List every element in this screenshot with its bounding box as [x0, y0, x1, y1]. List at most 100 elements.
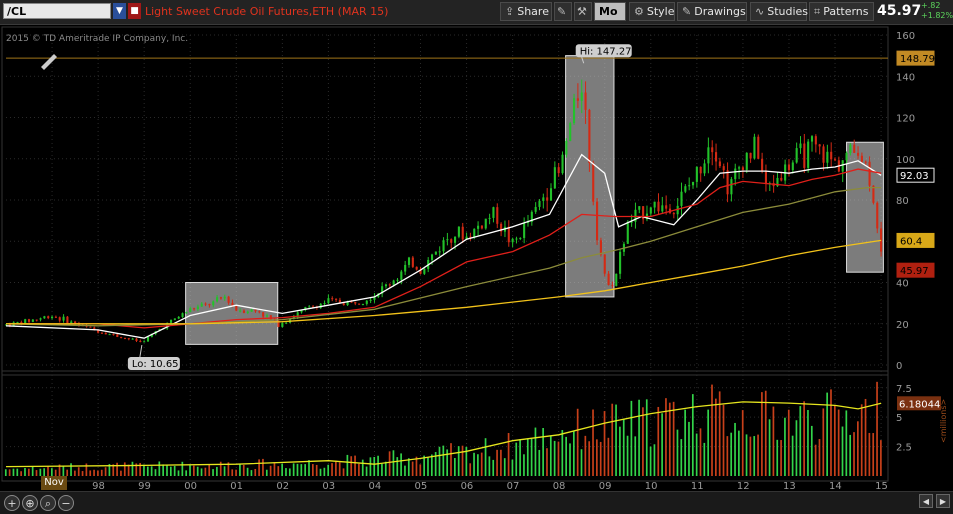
volume-bar [461, 445, 464, 476]
pencil-icon: ✎ [557, 5, 567, 18]
drawing-tool-button[interactable]: ✎ [554, 2, 572, 21]
volume-bar [538, 449, 541, 476]
pan-button[interactable]: ⊕ [22, 495, 38, 511]
volume-bar [833, 405, 836, 476]
candle-body [807, 141, 810, 168]
candle-body [212, 301, 215, 306]
candle-body [434, 251, 437, 255]
volume-bar [603, 411, 606, 476]
y-tick-label: 100 [896, 155, 915, 166]
candle-body [208, 304, 211, 306]
volume-bar [296, 463, 299, 476]
candle-body [265, 315, 269, 317]
candle-body [227, 296, 230, 303]
candle-body [665, 205, 668, 209]
volume-bar [753, 436, 756, 476]
candle-body [833, 159, 837, 161]
volume-bar [622, 418, 625, 476]
candle-body [738, 167, 741, 169]
patterns-button[interactable]: ⌗ Patterns [809, 2, 874, 21]
share-button[interactable]: ⇪ Share [500, 2, 552, 21]
candle-body [254, 309, 257, 312]
candle-body [810, 136, 814, 142]
volume-bar [216, 466, 218, 476]
volume-bar [484, 438, 487, 476]
volume-bar [185, 470, 188, 476]
candle-body [872, 185, 875, 203]
plus-icon: + [7, 497, 17, 510]
volume-bar [565, 436, 567, 476]
scroll-left-button[interactable]: ◀ [919, 494, 933, 508]
candle-body [538, 200, 541, 207]
volume-bar [143, 464, 145, 476]
lo-pointer [139, 344, 143, 358]
volume-bar [526, 439, 529, 476]
scroll-right-button[interactable]: ▶ [936, 494, 950, 508]
tools-button[interactable]: ⚒ [574, 2, 592, 21]
volume-bar [857, 421, 859, 476]
candle-body [450, 239, 453, 243]
candle-body [745, 152, 748, 170]
volume-bar [734, 422, 736, 476]
symbol-input[interactable]: /CL [3, 3, 111, 19]
volume-bar [511, 459, 514, 476]
volume-tick-label: 2.5 [896, 443, 912, 454]
patterns-icon: ⌗ [814, 5, 821, 18]
volume-bar [177, 470, 180, 476]
volume-bar [97, 470, 99, 476]
studies-button[interactable]: ∿ Studies [750, 2, 808, 21]
volume-bar [346, 454, 349, 476]
volume-bar [365, 466, 368, 476]
volume-bar [576, 408, 579, 476]
candle-body [730, 179, 733, 195]
volume-bar [438, 446, 441, 476]
x-tick-label: 05 [415, 481, 428, 491]
volume-bar [496, 449, 498, 476]
volume-bar [411, 461, 414, 476]
volume-bar [722, 404, 725, 476]
candle-body [857, 152, 860, 156]
volume-bar [730, 432, 733, 476]
volume-bar [396, 457, 399, 476]
volume-bar [500, 449, 502, 476]
candle-body [146, 336, 150, 342]
candle-body [193, 308, 196, 310]
price-label: 92.03 [900, 171, 929, 182]
style-label: Style [646, 5, 675, 18]
volume-bar [93, 469, 95, 476]
candle-body [588, 109, 591, 164]
lo-label: Lo: 10.65 [132, 359, 179, 370]
candle-body [47, 316, 50, 319]
chart-toolbar: /CL ▼ ■ Light Sweet Crude Oil Futures,ET… [0, 0, 953, 25]
volume-tick-label: 7.5 [896, 384, 912, 395]
share-icon: ⇪ [505, 5, 515, 18]
link-button[interactable]: ■ [128, 3, 141, 19]
drawings-button[interactable]: ✎ Drawings [677, 2, 747, 21]
volume-bar [745, 434, 748, 476]
x-tick-label: 10 [645, 481, 658, 491]
candle-body [58, 317, 61, 321]
magnifier-button[interactable]: ⌕ [40, 495, 56, 511]
candle-body [749, 152, 752, 159]
volume-bar [757, 434, 759, 476]
aggregation-button[interactable]: Mo [594, 2, 626, 21]
volume-bar [837, 409, 840, 476]
zoom-in-button[interactable]: + [4, 495, 20, 511]
candle-body [661, 205, 664, 212]
style-button[interactable]: ⚙ Style [629, 2, 675, 21]
volume-bar [454, 458, 456, 476]
zoom-out-button[interactable]: − [58, 495, 74, 511]
volume-bar [619, 426, 621, 476]
candle-body [860, 155, 863, 162]
price-label: 60.4 [900, 236, 922, 247]
candle-body [423, 268, 426, 274]
price-chart[interactable]: 0204060801001201401602.557.5979899000102… [0, 25, 953, 491]
volume-bar [741, 410, 744, 476]
candle-body [799, 143, 802, 149]
volume-bar [258, 459, 260, 476]
candle-body [308, 306, 311, 308]
candle-body [523, 223, 526, 238]
candle-body [430, 254, 434, 260]
candle-body [216, 297, 219, 302]
symbol-dropdown-button[interactable]: ▼ [113, 3, 126, 19]
